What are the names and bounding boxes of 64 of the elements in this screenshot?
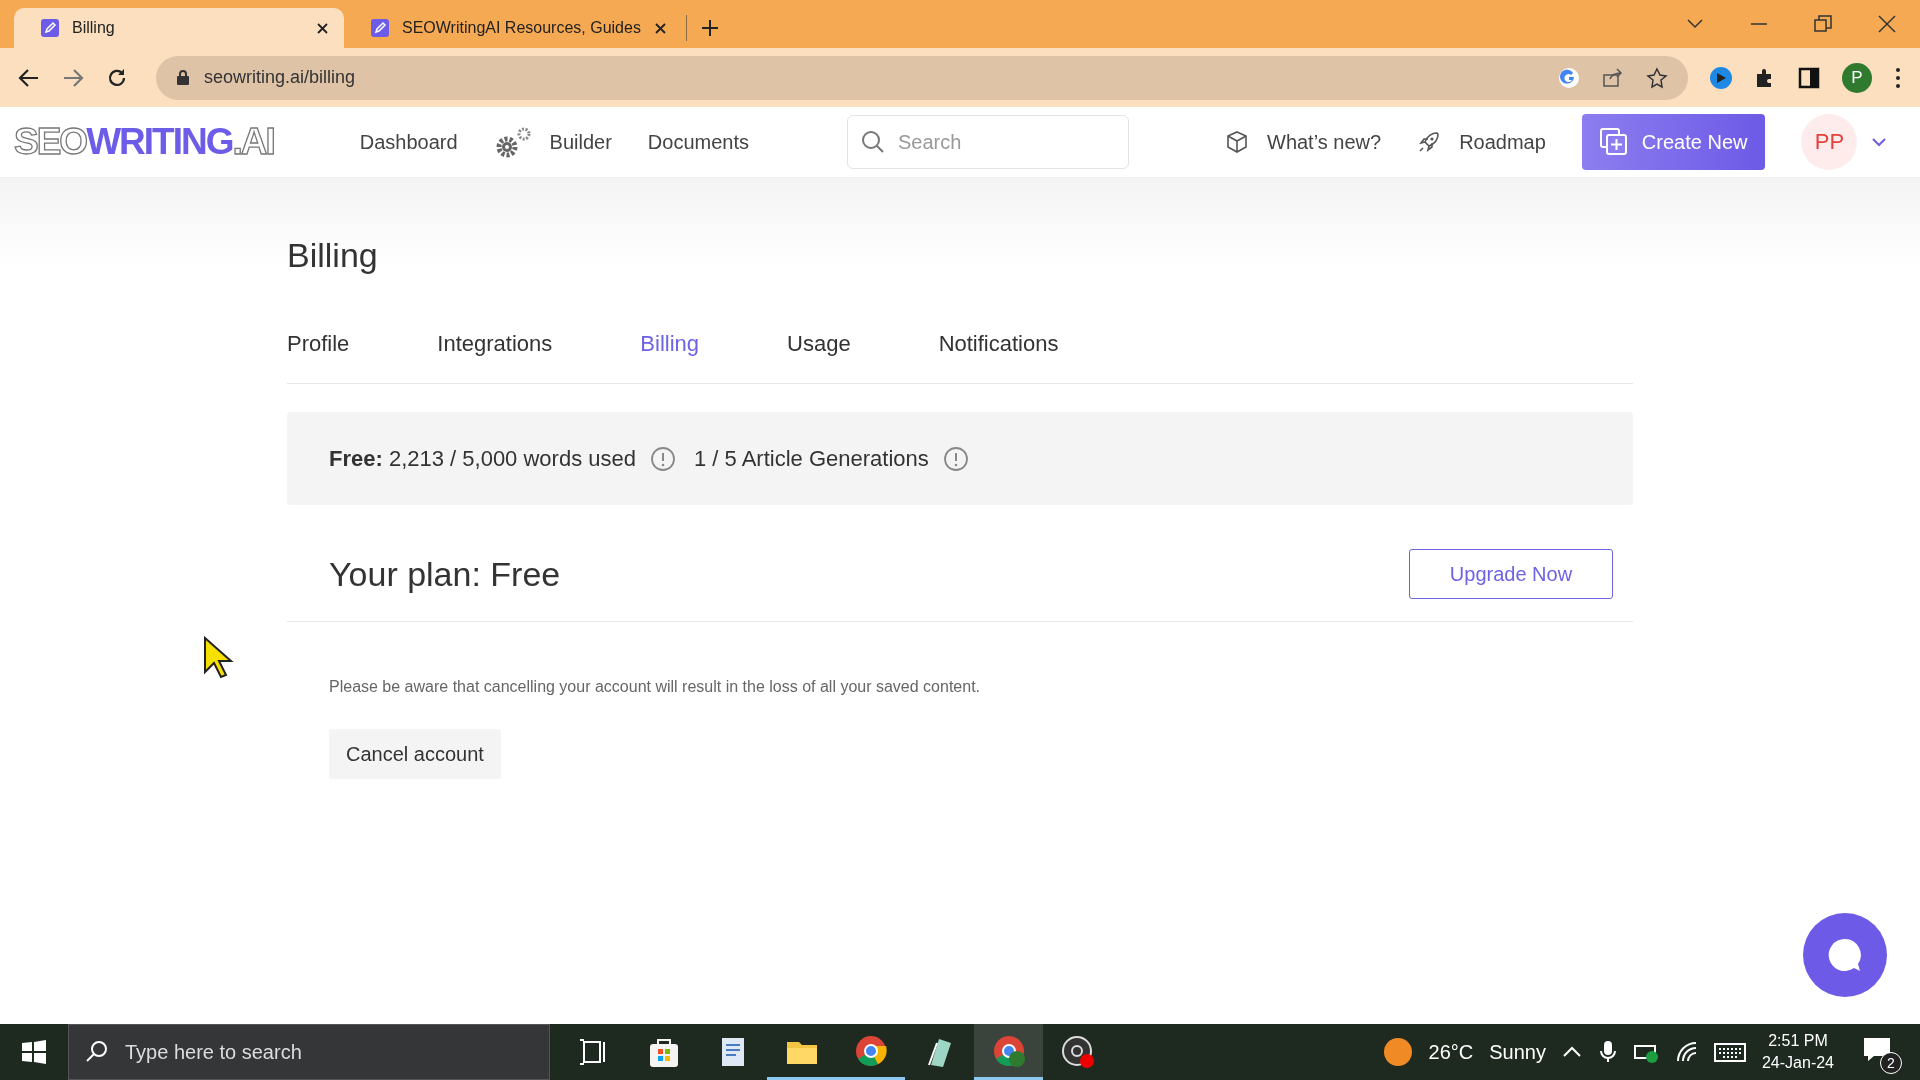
settings-tab[interactable]: Billing bbox=[640, 331, 700, 357]
profile-avatar[interactable]: P bbox=[1842, 62, 1872, 93]
rocket-icon bbox=[1417, 130, 1442, 154]
weather-condition[interactable]: Sunny bbox=[1489, 1040, 1546, 1064]
chrome-profile-icon[interactable] bbox=[991, 1033, 1026, 1068]
weather-temperature[interactable]: 26°C bbox=[1428, 1040, 1474, 1064]
create-new-button[interactable]: Create New bbox=[1581, 114, 1766, 170]
back-icon[interactable] bbox=[18, 66, 40, 89]
notification-center[interactable]: 2 bbox=[1862, 1030, 1902, 1074]
forward-icon[interactable] bbox=[62, 66, 84, 89]
side-panel-icon[interactable] bbox=[1798, 66, 1820, 89]
browser-tab[interactable]: SEOWritingAI Resources, Guides bbox=[344, 8, 682, 48]
nav-link[interactable]: What’s new? bbox=[1267, 130, 1382, 154]
close-icon[interactable] bbox=[315, 20, 330, 36]
settings-tab[interactable]: Usage bbox=[787, 331, 851, 357]
search-placeholder: Type here to search bbox=[125, 1040, 302, 1064]
chevron-down-icon[interactable] bbox=[1871, 137, 1888, 147]
more-icon[interactable] bbox=[1894, 66, 1902, 89]
new-tab-icon[interactable] bbox=[700, 19, 719, 37]
nav-link[interactable]: Documents bbox=[647, 130, 749, 154]
taskbar-search-field[interactable]: Type here to search bbox=[68, 1024, 550, 1080]
page-title: Billing bbox=[287, 235, 379, 276]
windows-start-icon[interactable] bbox=[22, 1040, 46, 1064]
add-document-icon bbox=[1599, 128, 1628, 156]
keyboard-icon[interactable] bbox=[1713, 1041, 1746, 1063]
address-bar[interactable]: seowriting.ai/billing bbox=[156, 55, 1688, 100]
info-icon[interactable] bbox=[942, 445, 969, 472]
info-icon[interactable] bbox=[649, 445, 676, 472]
lock-icon bbox=[176, 69, 190, 86]
extension-play-icon[interactable] bbox=[1710, 66, 1732, 89]
restore-icon[interactable] bbox=[1814, 15, 1832, 33]
bookmark-star-icon[interactable] bbox=[1646, 66, 1668, 89]
upgrade-button[interactable]: Upgrade Now bbox=[1409, 549, 1613, 599]
search-field[interactable]: Search bbox=[847, 115, 1129, 169]
logo[interactable]: SEOWRITING.AI bbox=[14, 121, 274, 163]
close-icon[interactable] bbox=[652, 20, 668, 36]
settings-tab[interactable]: Profile bbox=[287, 331, 350, 357]
plan-heading: Your plan: Free bbox=[329, 554, 561, 594]
cancel-notice: Please be aware that cancelling your account will result in the loss of all your saved content. bbox=[329, 678, 982, 696]
box-icon bbox=[1225, 130, 1249, 154]
article-usage-text: 1 / 5 Article Generations bbox=[693, 445, 929, 472]
settings-tab[interactable]: Notifications bbox=[938, 331, 1059, 357]
close-icon[interactable] bbox=[1878, 15, 1896, 33]
chrome-icon[interactable] bbox=[853, 1033, 888, 1068]
wifi-icon[interactable] bbox=[1675, 1041, 1698, 1063]
browser-tab[interactable]: Billing bbox=[14, 8, 344, 48]
microphone-icon[interactable] bbox=[1597, 1040, 1618, 1064]
nav-link[interactable]: Builder bbox=[549, 130, 612, 154]
share-icon[interactable] bbox=[1602, 66, 1624, 89]
url-text: seowriting.ai/billing bbox=[204, 67, 357, 88]
recorder-icon[interactable] bbox=[1060, 1035, 1095, 1069]
sun-icon[interactable] bbox=[1382, 1037, 1413, 1067]
google-icon[interactable] bbox=[1558, 66, 1580, 89]
settings-tab[interactable]: Integrations bbox=[437, 331, 553, 357]
search-icon bbox=[85, 1040, 109, 1064]
nav-link[interactable]: Roadmap bbox=[1459, 130, 1546, 154]
notification-count: 2 bbox=[1880, 1052, 1902, 1074]
nav-link[interactable]: Dashboard bbox=[359, 130, 458, 154]
favicon-icon bbox=[40, 18, 60, 38]
favicon-icon bbox=[370, 18, 390, 38]
user-avatar[interactable]: PP bbox=[1801, 114, 1858, 170]
cancel-account-button[interactable]: Cancel account bbox=[329, 729, 501, 779]
taskbar-clock[interactable]: 2:51 PM 24-Jan-24 bbox=[1761, 1030, 1834, 1074]
words-usage-text: Free: 2,213 / 5,000 words used bbox=[329, 445, 636, 472]
